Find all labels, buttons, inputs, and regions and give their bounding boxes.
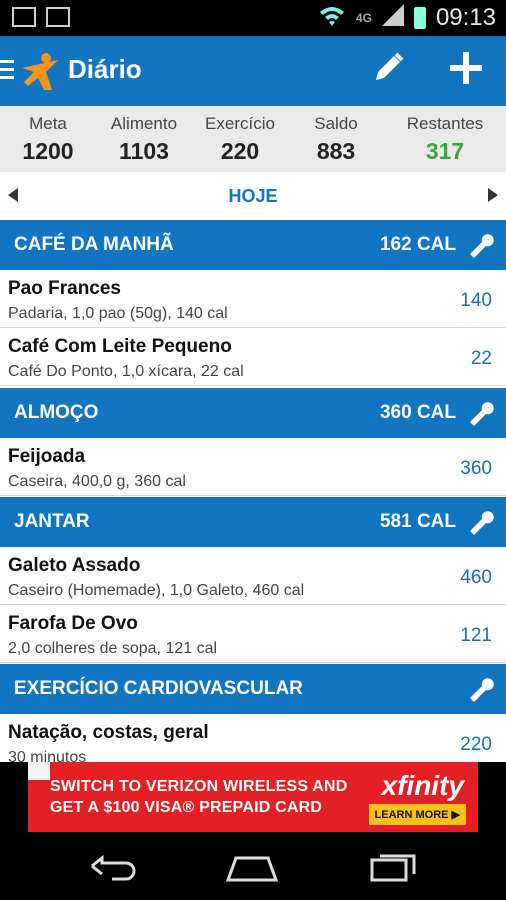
gmail-notification-icon	[12, 7, 36, 27]
summary-label: Alimento	[110, 114, 178, 133]
section-title: JANTAR	[14, 511, 90, 532]
food-entry[interactable]: Café Com Leite Pequeno Café Do Ponto, 1,…	[0, 328, 506, 386]
menu-icon[interactable]	[0, 60, 14, 84]
section-header-lunch: ALMOÇO 360 CAL	[0, 388, 506, 438]
ad-text: SWITCH TO VERIZON WIRELESS AND	[50, 778, 348, 795]
app-bar: Diário	[0, 36, 506, 106]
section-header-cardio: EXERCÍCIO CARDIOVASCULAR	[0, 664, 506, 714]
entry-title: Galeto Assado	[8, 555, 141, 576]
section-title: ALMOÇO	[14, 402, 99, 423]
entry-title: Pao Frances	[8, 278, 121, 299]
current-day-label[interactable]: HOJE	[0, 186, 506, 207]
entry-details: Café Do Ponto, 1,0 xícara, 22 cal	[8, 363, 244, 380]
image-notification-icon	[46, 7, 70, 27]
food-entry[interactable]: Feijoada Caseira, 400,0 g, 360 cal 360	[0, 438, 506, 496]
ad-text: GET A $100 VISA® PREPAID CARD	[50, 799, 323, 816]
wrench-icon[interactable]	[468, 232, 494, 258]
entry-details: Caseiro (Homemade), 1,0 Galeto, 460 cal	[8, 582, 305, 599]
wrench-icon[interactable]	[468, 400, 494, 426]
entry-details: 30 minutos	[8, 749, 87, 762]
section-header-breakfast: CAFÉ DA MANHÃ 162 CAL	[0, 220, 506, 270]
back-icon[interactable]	[82, 846, 142, 886]
entry-calories: 22	[470, 348, 492, 369]
battery-icon	[413, 7, 426, 29]
food-entry[interactable]: Farofa De Ovo 2,0 colheres de sopa, 121 …	[0, 605, 506, 663]
entry-calories: 220	[460, 734, 492, 755]
app-logo-icon	[22, 53, 58, 90]
wifi-icon	[318, 4, 346, 32]
summary-food: Alimento 1103	[96, 106, 192, 172]
entry-calories: 121	[460, 625, 492, 646]
network-type-label: 4G	[355, 11, 372, 25]
ad-brand-logo: xfinity	[381, 770, 464, 801]
add-icon[interactable]	[446, 48, 486, 88]
entry-title: Feijoada	[8, 446, 86, 467]
section-title: EXERCÍCIO CARDIOVASCULAR	[14, 678, 303, 699]
summary-remaining: Restantes 317	[384, 106, 506, 172]
food-entry[interactable]: Galeto Assado Caseiro (Homemade), 1,0 Ga…	[0, 547, 506, 605]
summary-value: 317	[425, 138, 465, 164]
wrench-icon[interactable]	[468, 676, 494, 702]
diary-list[interactable]: CAFÉ DA MANHÃ 162 CAL Pao Frances Padari…	[0, 220, 506, 762]
summary-label: Exercício	[205, 114, 275, 133]
entry-calories: 360	[460, 458, 492, 479]
section-calories: 162 CAL	[379, 234, 456, 255]
edit-icon[interactable]	[370, 50, 406, 86]
calorie-summary: Meta 1200 Alimento 1103 Exercício 220 Sa…	[0, 106, 506, 172]
ad-choices-icon[interactable]	[28, 762, 50, 780]
summary-label: Restantes	[406, 114, 484, 133]
summary-label: Saldo	[314, 114, 358, 133]
home-icon[interactable]	[222, 846, 282, 886]
entry-title: Café Com Leite Pequeno	[8, 336, 232, 357]
section-header-dinner: JANTAR 581 CAL	[0, 497, 506, 547]
entry-details: 2,0 colheres de sopa, 121 cal	[8, 640, 218, 657]
entry-calories: 140	[460, 290, 492, 311]
summary-value: 1200	[22, 138, 74, 164]
summary-value: 1103	[119, 138, 169, 164]
section-calories: 581 CAL	[379, 511, 456, 532]
day-navigator: HOJE	[0, 172, 506, 220]
ad-learn-more-button[interactable]: LEARN MORE ▶	[368, 804, 466, 825]
entry-title: Natação, costas, geral	[8, 722, 209, 743]
summary-value: 883	[316, 138, 356, 164]
entry-title: Farofa De Ovo	[8, 613, 138, 634]
entry-details: Caseira, 400,0 g, 360 cal	[8, 473, 186, 490]
ad-banner[interactable]: SWITCH TO VERIZON WIRELESS AND GET A $10…	[28, 762, 478, 832]
summary-goal: Meta 1200	[0, 106, 96, 172]
status-bar: 4G 09:13	[0, 0, 506, 36]
section-title: CAFÉ DA MANHÃ	[14, 234, 174, 255]
summary-label: Meta	[29, 114, 67, 133]
summary-balance: Saldo 883	[288, 106, 384, 172]
clock: 09:13	[435, 4, 496, 31]
recent-apps-icon[interactable]	[364, 846, 424, 886]
next-day-icon[interactable]	[488, 188, 498, 202]
entry-details: Padaria, 1,0 pao (50g), 140 cal	[8, 305, 228, 322]
wrench-icon[interactable]	[468, 509, 494, 535]
summary-exercise: Exercício 220	[192, 106, 288, 172]
page-title: Diário	[68, 54, 142, 84]
exercise-entry[interactable]: Natação, costas, geral 30 minutos 220	[0, 714, 506, 762]
section-calories: 360 CAL	[379, 402, 456, 423]
signal-icon	[381, 4, 404, 32]
entry-calories: 460	[460, 567, 492, 588]
food-entry[interactable]: Pao Frances Padaria, 1,0 pao (50g), 140 …	[0, 270, 506, 328]
summary-value: 220	[220, 138, 260, 164]
system-nav-bar	[0, 832, 506, 900]
